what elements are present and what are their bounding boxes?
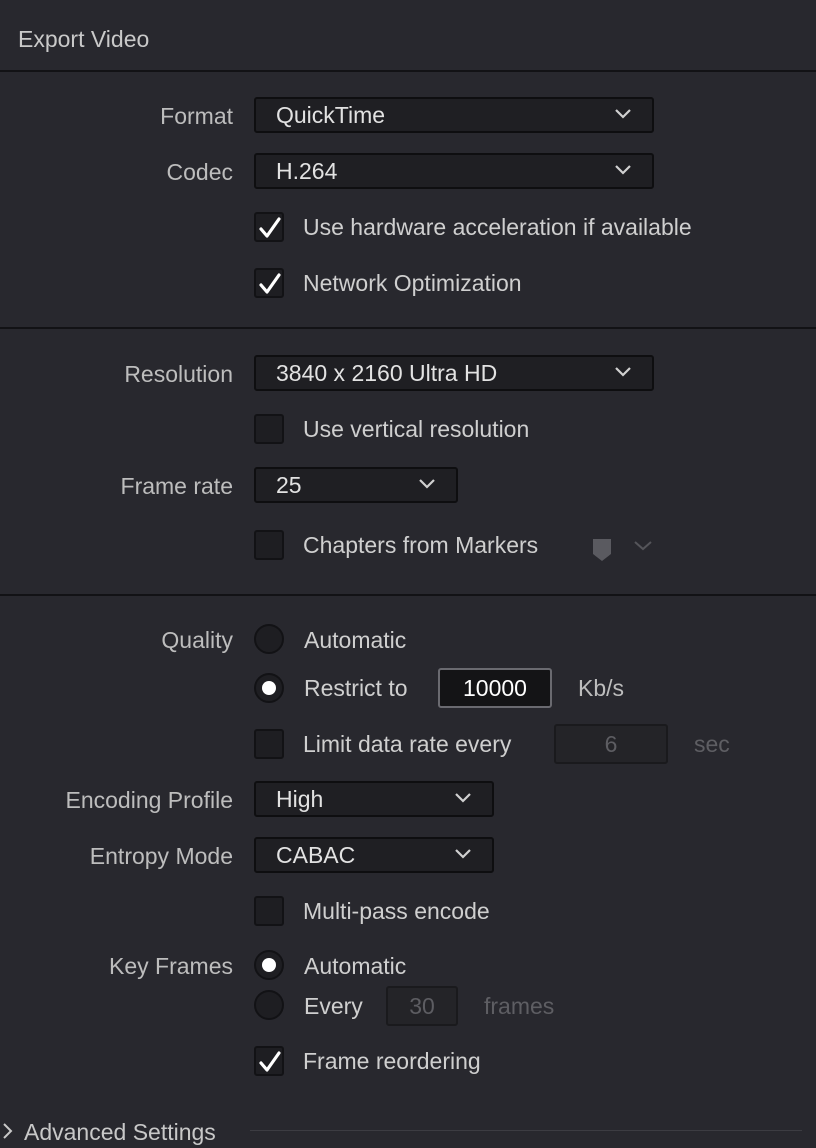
format-value: QuickTime [276, 102, 386, 128]
entropy-mode-label: Entropy Mode [89, 843, 233, 869]
chevron-down-icon [455, 849, 471, 859]
quality-restrict-label: Restrict to [304, 675, 408, 701]
panel-title: Export Video [18, 26, 150, 52]
radio-selected-dot [262, 681, 276, 695]
entropy-mode-value: CABAC [276, 842, 356, 868]
limit-data-rate-unit: sec [694, 731, 730, 757]
chevron-down-icon [615, 109, 631, 119]
advanced-settings-label: Advanced Settings [24, 1119, 216, 1145]
key-frames-automatic-radio[interactable] [254, 950, 284, 980]
radio-selected-dot [262, 958, 276, 972]
advanced-settings-toggle[interactable]: Advanced Settings [0, 1112, 250, 1148]
divider [250, 1130, 802, 1131]
encoding-profile-label: Encoding Profile [65, 787, 234, 813]
key-frames-every-label: Every [304, 993, 363, 1019]
chevron-right-icon [3, 1123, 13, 1139]
resolution-dropdown[interactable]: 3840 x 2160 Ultra HD [254, 355, 654, 391]
divider [0, 70, 816, 72]
encoding-profile-value: High [276, 786, 324, 812]
multipass-label: Multi-pass encode [303, 898, 490, 924]
key-frames-every-input[interactable]: 30 [386, 986, 458, 1026]
chevron-down-icon [615, 165, 631, 175]
marker-icon[interactable] [591, 537, 613, 563]
limit-data-rate-checkbox[interactable] [254, 729, 284, 759]
frame-rate-label: Frame rate [120, 473, 233, 499]
vertical-resolution-label: Use vertical resolution [303, 416, 530, 442]
format-dropdown[interactable]: QuickTime [254, 97, 654, 133]
checkmark-icon [259, 1051, 281, 1072]
format-label: Format [160, 103, 233, 129]
chevron-down-icon [419, 479, 435, 489]
frame-rate-dropdown[interactable]: 25 [254, 467, 458, 503]
codec-value: H.264 [276, 158, 338, 184]
hw-accel-checkbox[interactable] [254, 212, 284, 242]
limit-data-rate-label: Limit data rate every [303, 731, 512, 757]
network-optimization-label: Network Optimization [303, 270, 522, 296]
divider [0, 594, 816, 596]
quality-automatic-radio[interactable] [254, 624, 284, 654]
divider [0, 327, 816, 329]
chevron-down-icon [455, 793, 471, 803]
resolution-label: Resolution [124, 361, 233, 387]
key-frames-automatic-label: Automatic [304, 953, 407, 979]
chapters-checkbox[interactable] [254, 530, 284, 560]
entropy-mode-dropdown[interactable]: CABAC [254, 837, 494, 873]
key-frames-every-radio[interactable] [254, 990, 284, 1020]
chapters-label: Chapters from Markers [303, 532, 539, 558]
encoding-profile-dropdown[interactable]: High [254, 781, 494, 817]
frame-rate-value: 25 [276, 472, 302, 498]
hw-accel-label: Use hardware acceleration if available [303, 214, 692, 240]
checkmark-icon [259, 273, 281, 294]
codec-label: Codec [166, 159, 233, 185]
vertical-resolution-checkbox[interactable] [254, 414, 284, 444]
resolution-value: 3840 x 2160 Ultra HD [276, 360, 498, 386]
codec-dropdown[interactable]: H.264 [254, 153, 654, 189]
chevron-down-icon[interactable] [633, 538, 653, 554]
frame-reordering-label: Frame reordering [303, 1048, 481, 1074]
key-frames-label: Key Frames [109, 953, 233, 979]
frame-reordering-checkbox[interactable] [254, 1046, 284, 1076]
limit-data-rate-input[interactable]: 6 [554, 724, 668, 764]
checkmark-icon [259, 217, 281, 238]
quality-restrict-radio[interactable] [254, 673, 284, 703]
multipass-checkbox[interactable] [254, 896, 284, 926]
key-frames-every-unit: frames [484, 993, 555, 1019]
quality-automatic-label: Automatic [304, 627, 407, 653]
chevron-down-icon [615, 367, 631, 377]
bitrate-input[interactable]: 10000 [438, 668, 552, 708]
quality-label: Quality [161, 627, 233, 653]
network-optimization-checkbox[interactable] [254, 268, 284, 298]
bitrate-unit: Kb/s [578, 675, 625, 701]
